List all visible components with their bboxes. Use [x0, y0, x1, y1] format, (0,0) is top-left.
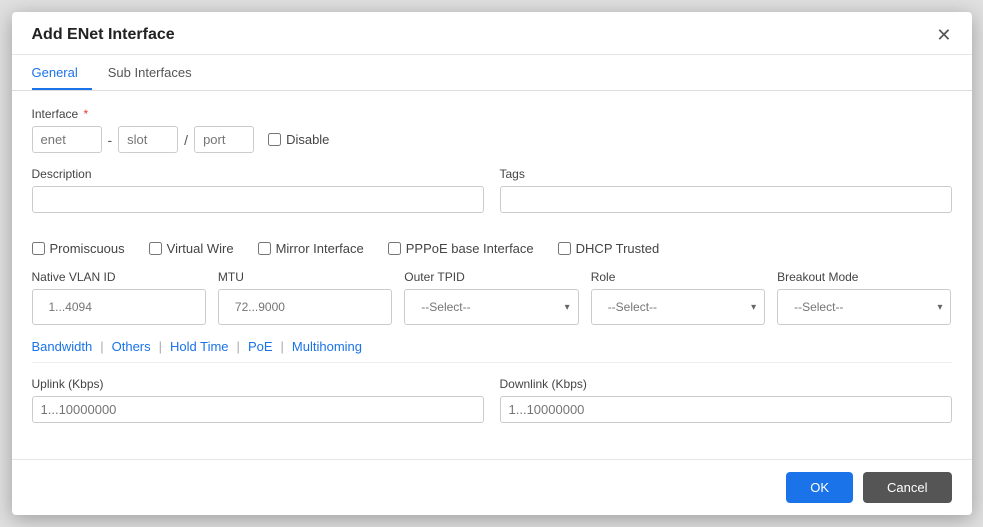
cancel-button[interactable]: Cancel — [863, 472, 951, 503]
promiscuous-checkbox[interactable] — [32, 242, 45, 255]
interface-input-row: - / Disable — [32, 126, 952, 153]
breakout-mode-group: Breakout Mode ▾ — [777, 270, 951, 325]
breakout-mode-arrow-icon: ▾ — [937, 302, 942, 313]
interface-label: Interface * — [32, 107, 952, 121]
close-button[interactable]: ✕ — [936, 26, 951, 44]
mtu-label: MTU — [218, 270, 392, 284]
outer-tpid-input — [413, 295, 564, 319]
others-link[interactable]: Others — [112, 339, 151, 354]
pppoe-base-checkbox[interactable] — [388, 242, 401, 255]
uplink-label: Uplink (Kbps) — [32, 377, 484, 391]
ok-button[interactable]: OK — [786, 472, 853, 503]
multihoming-link[interactable]: Multihoming — [292, 339, 362, 354]
dash-separator: - — [108, 132, 113, 148]
sub-section-links-row: Bandwidth | Others | Hold Time | PoE | M… — [32, 339, 952, 363]
breakout-mode-input — [786, 295, 937, 319]
pppoe-base-checkbox-label[interactable]: PPPoE base Interface — [388, 241, 534, 256]
dropdowns-row: Native VLAN ID MTU Outer TPID ▾ — [32, 270, 952, 325]
promiscuous-checkbox-label[interactable]: Promiscuous — [32, 241, 125, 256]
tags-input[interactable] — [500, 186, 952, 213]
outer-tpid-label: Outer TPID — [404, 270, 578, 284]
mirror-interface-checkbox[interactable] — [258, 242, 271, 255]
tabs-bar: General Sub Interfaces — [12, 55, 972, 91]
native-vlan-id-label: Native VLAN ID — [32, 270, 206, 284]
outer-tpid-select[interactable]: ▾ — [404, 289, 578, 325]
checkboxes-row: Promiscuous Virtual Wire Mirror Interfac… — [32, 241, 952, 256]
dialog-header: Add ENet Interface ✕ — [12, 12, 972, 55]
mtu-input-wrapper[interactable] — [218, 289, 392, 325]
tab-general[interactable]: General — [32, 55, 92, 90]
tab-sub-interfaces[interactable]: Sub Interfaces — [108, 55, 206, 90]
description-input[interactable] — [32, 186, 484, 213]
role-arrow-icon: ▾ — [751, 302, 756, 313]
dialog-body: Interface * - / Disable Description — [12, 91, 972, 459]
virtual-wire-checkbox-label[interactable]: Virtual Wire — [149, 241, 234, 256]
description-tags-row: Description Tags — [32, 167, 952, 227]
required-indicator: * — [84, 107, 89, 121]
dialog-title: Add ENet Interface — [32, 26, 175, 44]
enet-input[interactable] — [32, 126, 102, 153]
link-sep-1: | — [100, 339, 103, 354]
link-sep-4: | — [281, 339, 284, 354]
slot-input[interactable] — [118, 126, 178, 153]
breakout-mode-select[interactable]: ▾ — [777, 289, 951, 325]
hold-time-link[interactable]: Hold Time — [170, 339, 229, 354]
bandwidth-row: Uplink (Kbps) Downlink (Kbps) — [32, 377, 952, 423]
native-vlan-id-input[interactable] — [41, 295, 197, 319]
description-label: Description — [32, 167, 484, 181]
dialog-footer: OK Cancel — [12, 459, 972, 515]
dhcp-trusted-checkbox[interactable] — [558, 242, 571, 255]
disable-checkbox-label[interactable]: Disable — [268, 132, 329, 147]
outer-tpid-arrow-icon: ▾ — [565, 302, 570, 313]
role-select[interactable]: ▾ — [591, 289, 765, 325]
role-input — [600, 295, 751, 319]
add-enet-interface-dialog: Add ENet Interface ✕ General Sub Interfa… — [12, 12, 972, 515]
uplink-input[interactable] — [32, 396, 484, 423]
dhcp-trusted-checkbox-label[interactable]: DHCP Trusted — [558, 241, 660, 256]
native-vlan-id-group: Native VLAN ID — [32, 270, 206, 325]
outer-tpid-group: Outer TPID ▾ — [404, 270, 578, 325]
description-field-group: Description — [32, 167, 484, 213]
poe-link[interactable]: PoE — [248, 339, 273, 354]
native-vlan-id-input-wrapper[interactable] — [32, 289, 206, 325]
tags-label: Tags — [500, 167, 952, 181]
mirror-interface-checkbox-label[interactable]: Mirror Interface — [258, 241, 364, 256]
bandwidth-link[interactable]: Bandwidth — [32, 339, 93, 354]
downlink-group: Downlink (Kbps) — [500, 377, 952, 423]
mtu-input[interactable] — [227, 295, 383, 319]
role-group: Role ▾ — [591, 270, 765, 325]
link-sep-2: | — [159, 339, 162, 354]
tags-field-group: Tags — [500, 167, 952, 213]
virtual-wire-checkbox[interactable] — [149, 242, 162, 255]
downlink-label: Downlink (Kbps) — [500, 377, 952, 391]
uplink-group: Uplink (Kbps) — [32, 377, 484, 423]
port-input[interactable] — [194, 126, 254, 153]
role-label: Role — [591, 270, 765, 284]
downlink-input[interactable] — [500, 396, 952, 423]
interface-field-group: Interface * - / Disable — [32, 107, 952, 153]
breakout-mode-label: Breakout Mode — [777, 270, 951, 284]
mtu-group: MTU — [218, 270, 392, 325]
disable-checkbox[interactable] — [268, 133, 281, 146]
slash-separator: / — [184, 132, 188, 148]
link-sep-3: | — [237, 339, 240, 354]
